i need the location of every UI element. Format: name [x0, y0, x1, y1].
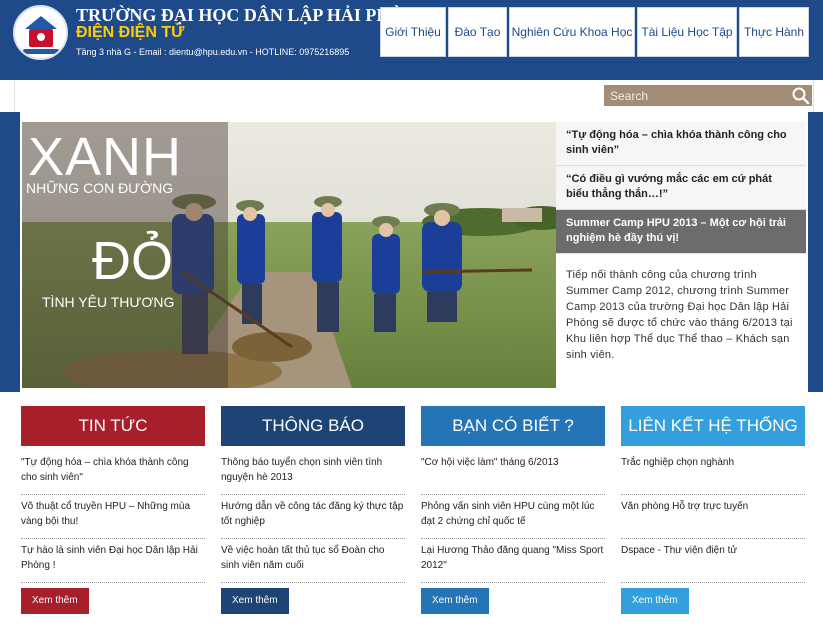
- more-button-ban-co-biet[interactable]: Xem thêm: [421, 588, 489, 614]
- site-header: TRƯỜNG ĐẠI HỌC DÂN LẬP HẢI PHÒNG ĐIỆN ĐI…: [0, 0, 823, 80]
- more-button-tin-tuc[interactable]: Xem thêm: [21, 588, 89, 614]
- list-item[interactable]: Hướng dẫn về công tác đăng ký thực tập t…: [221, 495, 405, 539]
- column-title-lien-ket-he-thong[interactable]: LIÊN KẾT HỆ THỐNG: [621, 406, 805, 446]
- university-name: TRƯỜNG ĐẠI HỌC DÂN LẬP HẢI PHÒNG: [76, 5, 432, 25]
- nav-item-dao-tao[interactable]: Đào Tạo: [448, 7, 507, 57]
- slide-subline-xanh: NHỮNG CON ĐƯỜNG: [26, 180, 174, 196]
- slide-image[interactable]: XANH NHỮNG CON ĐƯỜNG ĐỎ TÌNH YÊU THƯƠNG: [22, 122, 556, 388]
- column-tin-tuc: TIN TỨC "Tự động hóa – chìa khóa thành c…: [21, 406, 205, 614]
- contact-info: Tầng 3 nhà G - Email : dientu@hpu.edu.vn…: [76, 47, 350, 57]
- search-input[interactable]: [604, 85, 790, 106]
- column-title-thong-bao[interactable]: THÔNG BÁO: [221, 406, 405, 446]
- featured-slider: XANH NHỮNG CON ĐƯỜNG ĐỎ TÌNH YÊU THƯƠNG …: [20, 120, 808, 392]
- slide-headline-do: ĐỎ: [92, 231, 173, 291]
- nav-item-gioi-thieu[interactable]: Giới Thiệu: [380, 7, 446, 57]
- list-item[interactable]: Phỏng vấn sinh viên HPU cùng một lúc đạt…: [421, 495, 605, 539]
- list-item[interactable]: Về việc hoàn tất thủ tục sổ Đoàn cho sin…: [221, 539, 405, 583]
- list-item[interactable]: Lại Hương Thảo đăng quang "Miss Sport 20…: [421, 539, 605, 583]
- list-item[interactable]: Văn phòng Hỗ trợ trực tuyến: [621, 495, 805, 539]
- slide-item[interactable]: “Có điều gì vướng mắc các em cứ phát biể…: [556, 166, 806, 210]
- column-thong-bao: THÔNG BÁO Thông báo tuyển chọn sinh viên…: [221, 406, 405, 614]
- slide-overlay: XANH NHỮNG CON ĐƯỜNG ĐỎ TÌNH YÊU THƯƠNG: [22, 122, 228, 388]
- slide-item-active[interactable]: Summer Camp HPU 2013 – Một cơ hội trải n…: [556, 210, 806, 254]
- slide-headline-xanh: XANH: [28, 127, 183, 187]
- nav-item-nghien-cuu-khoa-hoc[interactable]: Nghiên Cứu Khoa Học: [509, 7, 635, 57]
- column-lien-ket-he-thong: LIÊN KẾT HỆ THỐNG Trắc nghiệp chọn nghàn…: [621, 406, 805, 614]
- right-side-band: [808, 112, 823, 392]
- university-logo[interactable]: [13, 5, 68, 60]
- nav-item-thuc-hanh[interactable]: Thực Hành: [739, 7, 809, 57]
- list-item[interactable]: Võ thuật cổ truyền HPU – Những mùa vàng …: [21, 495, 205, 539]
- slide-list: “Tự động hóa – chìa khóa thành công cho …: [556, 122, 806, 388]
- main-nav: Giới Thiệu Đào Tạo Nghiên Cứu Khoa Học T…: [380, 7, 809, 57]
- more-button-thong-bao[interactable]: Xem thêm: [221, 588, 289, 614]
- list-item[interactable]: "Cơ hội việc làm" tháng 6/2013: [421, 451, 605, 495]
- left-side-band: [0, 112, 20, 392]
- nav-item-tai-lieu-hoc-tap[interactable]: Tài Liệu Học Tập: [637, 7, 737, 57]
- list-item[interactable]: Trắc nghiệp chọn nghành: [621, 451, 805, 495]
- column-ban-co-biet: BẠN CÓ BIẾT ? "Cơ hội việc làm" tháng 6/…: [421, 406, 605, 614]
- slide-description: Tiếp nối thành công của chương trình Sum…: [566, 269, 793, 361]
- search-box: [604, 85, 812, 106]
- list-item[interactable]: Tự hào là sinh viên Đại học Dân lập Hải …: [21, 539, 205, 583]
- list-item[interactable]: Dspace - Thư viện điện tử: [621, 539, 805, 583]
- more-button-lien-ket-he-thong[interactable]: Xem thêm: [621, 588, 689, 614]
- column-title-ban-co-biet[interactable]: BẠN CÓ BIẾT ?: [421, 406, 605, 446]
- list-item[interactable]: Thông báo tuyển chọn sinh viên tình nguy…: [221, 451, 405, 495]
- list-item[interactable]: "Tự động hóa – chìa khóa thành công cho …: [21, 451, 205, 495]
- column-title-tin-tuc[interactable]: TIN TỨC: [21, 406, 205, 446]
- search-icon[interactable]: [791, 86, 810, 105]
- department-name: ĐIỆN ĐIỆN TỬ: [76, 24, 185, 41]
- slide-item[interactable]: “Tự động hóa – chìa khóa thành công cho …: [556, 122, 806, 166]
- slide-subline-do: TÌNH YÊU THƯƠNG: [42, 294, 175, 310]
